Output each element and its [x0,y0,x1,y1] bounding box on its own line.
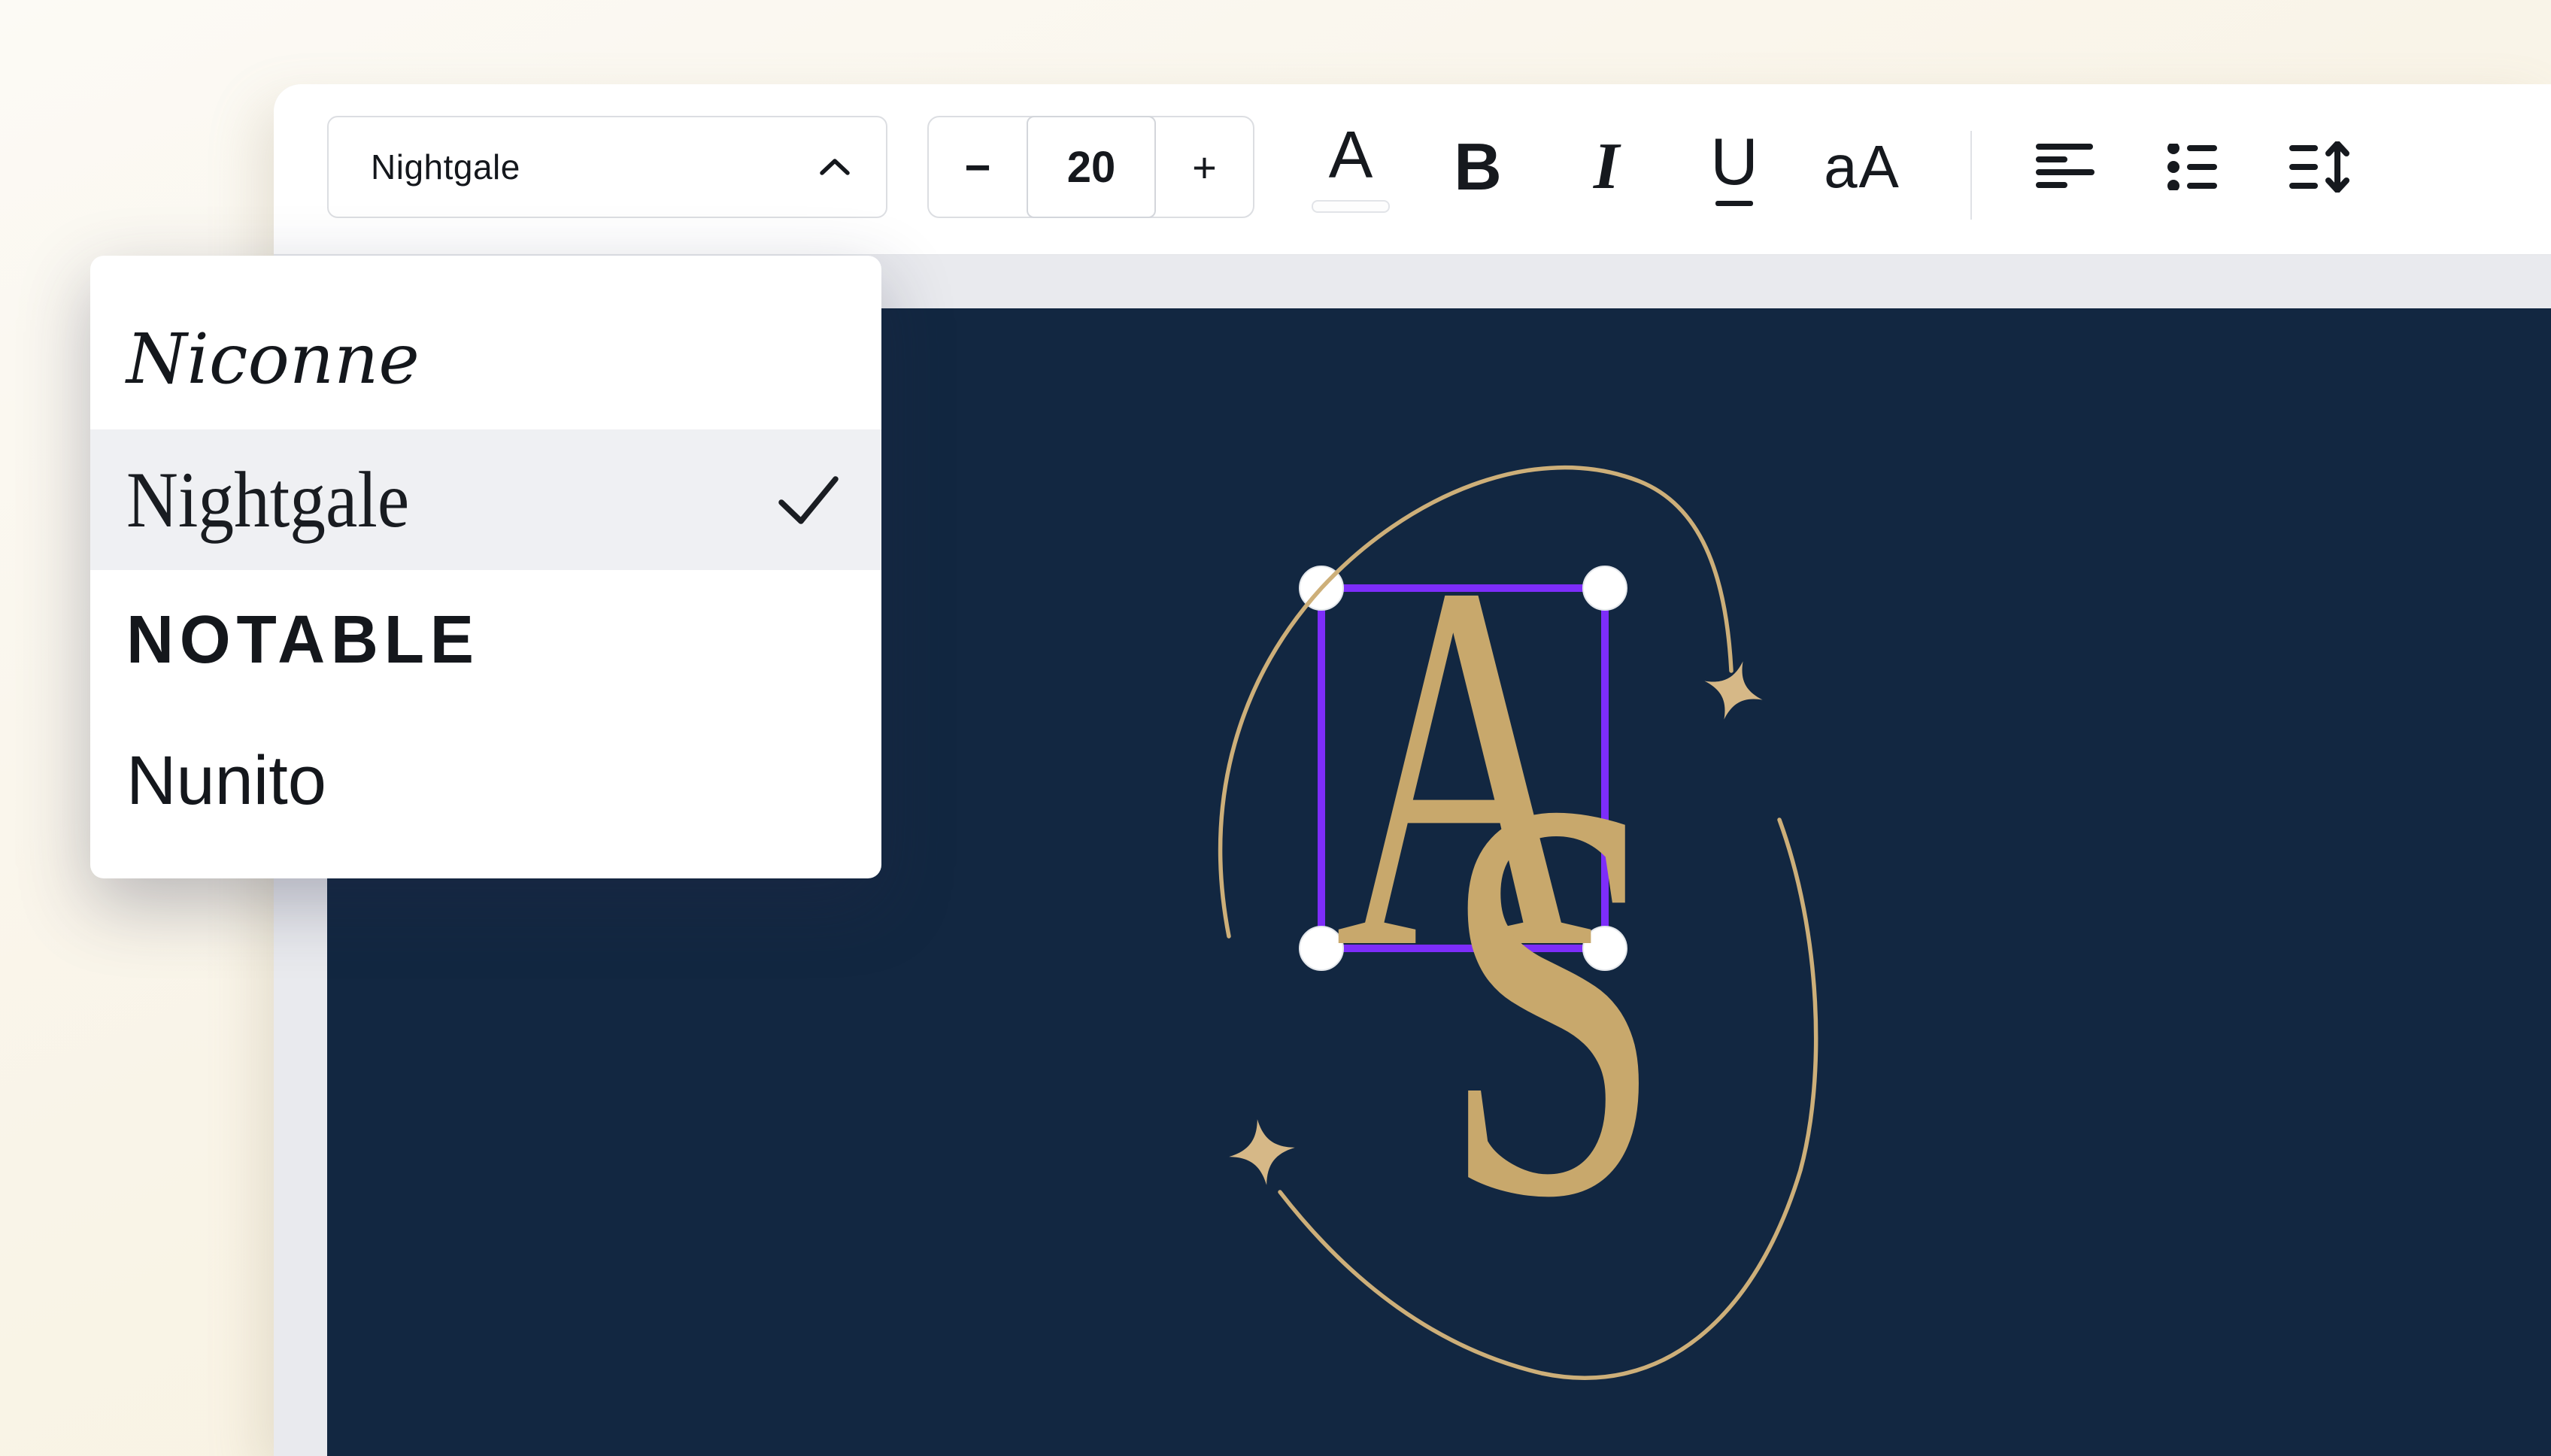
font-dropdown: Niconne Nightgale NOTABLE Nunito [90,256,881,878]
chevron-up-icon [818,157,851,177]
toolbar: Nightgale − 20 + A B I U aA [274,84,2551,255]
text-case-button[interactable]: aA [1817,116,1907,218]
font-option-nunito[interactable]: Nunito [90,711,881,851]
underline-bar [1715,201,1753,206]
font-option-niconne[interactable]: Niconne [90,289,881,429]
bullet-list-button[interactable] [2148,116,2238,218]
page-background: A S Nightgale − 20 + A B [0,0,2551,1456]
align-left-icon [2036,144,2096,190]
font-size-value[interactable]: 20 [1027,116,1156,218]
text-color-glyph: A [1329,122,1373,188]
bold-button[interactable]: B [1433,116,1523,218]
bullet-list-icon [2167,144,2219,190]
font-size-stepper: − 20 + [927,116,1254,218]
text-color-swatch [1312,200,1390,213]
align-button[interactable] [2021,116,2111,218]
font-option-nightgale[interactable]: Nightgale [90,429,881,570]
font-selector-button[interactable]: Nightgale [327,116,887,218]
checkmark-icon [778,475,839,525]
toolbar-divider [1970,131,1972,220]
font-selector-label: Nightgale [371,147,520,187]
text-color-button[interactable]: A [1306,116,1396,218]
decrease-font-size-button[interactable]: − [929,117,1027,217]
line-spacing-icon [2289,141,2351,193]
italic-button[interactable]: I [1561,116,1652,218]
increase-font-size-button[interactable]: + [1156,117,1253,217]
underline-button[interactable]: U [1689,116,1779,218]
line-spacing-button[interactable] [2275,116,2365,218]
font-option-notable[interactable]: NOTABLE [90,570,881,711]
